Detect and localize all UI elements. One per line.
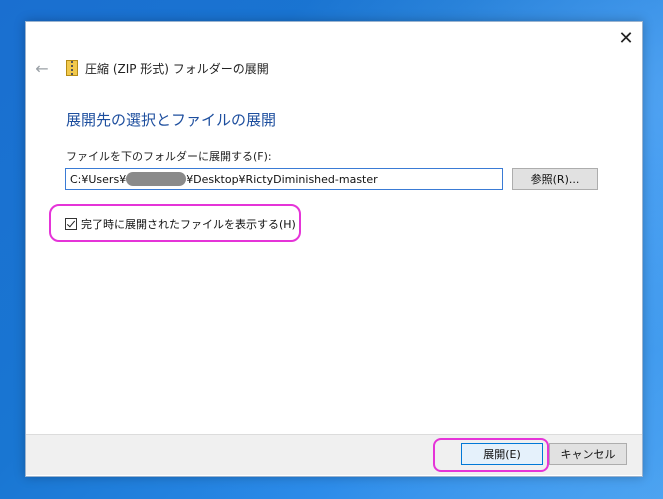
destination-label: ファイルを下のフォルダーに展開する(F):	[66, 150, 272, 163]
redacted-username	[126, 172, 187, 186]
cancel-button[interactable]: キャンセル	[549, 443, 627, 465]
close-button[interactable]: ✕	[610, 22, 642, 54]
extract-button[interactable]: 展開(E)	[461, 443, 543, 465]
show-files-label: 完了時に展開されたファイルを表示する(H)	[81, 218, 296, 231]
zip-folder-icon	[66, 60, 78, 76]
browse-button[interactable]: 参照(R)...	[512, 168, 598, 190]
extract-dialog-window: ✕ ← 圧縮 (ZIP 形式) フォルダーの展開	[25, 21, 643, 477]
dialog-header: ← 圧縮 (ZIP 形式) フォルダーの展開	[26, 54, 642, 84]
window-title: 圧縮 (ZIP 形式) フォルダーの展開	[85, 62, 269, 76]
show-files-checkbox[interactable]	[65, 218, 77, 230]
destination-path-input[interactable]: C:¥Users¥ ¥Desktop¥RictyDiminished-maste…	[65, 168, 503, 190]
close-icon: ✕	[618, 27, 634, 49]
back-arrow-icon[interactable]: ←	[32, 58, 52, 78]
path-prefix: C:¥Users¥	[70, 172, 127, 186]
path-suffix: ¥Desktop¥RictyDiminished-master	[186, 172, 378, 186]
page-title: 展開先の選択とファイルの展開	[66, 111, 277, 129]
show-files-option[interactable]: 完了時に展開されたファイルを表示する(H)	[65, 216, 296, 232]
